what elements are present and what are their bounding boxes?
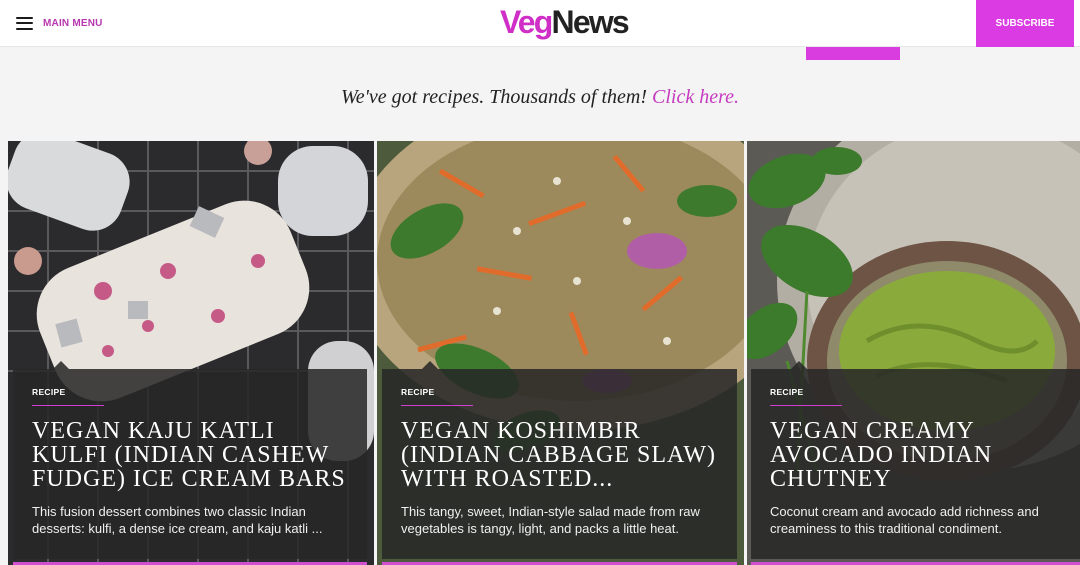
main-menu-button[interactable]: MAIN MENU — [16, 12, 103, 34]
main-menu-label: MAIN MENU — [43, 17, 103, 29]
promo-tab[interactable] — [806, 47, 900, 60]
badge-underline — [401, 405, 473, 406]
card-title[interactable]: VEGAN KAJU KATLI KULFI (INDIAN CASHEW FU… — [32, 419, 348, 491]
recipe-badge: RECIPE — [770, 387, 804, 397]
site-header: MAIN MENU VegNews SUBSCRIBE — [0, 0, 1080, 47]
card-description: This fusion dessert combines two classic… — [32, 504, 323, 536]
logo-news-text: News — [551, 4, 630, 40]
panel-pointer — [791, 361, 807, 369]
logo-veg-text: Veg — [500, 4, 553, 40]
card-info-panel: RECIPE VEGAN KOSHIMBIR (INDIAN CABBAGE S… — [382, 361, 737, 559]
subscribe-button[interactable]: SUBSCRIBE — [976, 0, 1074, 47]
recipes-tagline: We've got recipes. Thousands of them! Cl… — [0, 86, 1080, 109]
card-description: Coconut cream and avocado add richness a… — [770, 504, 1039, 536]
tagline-text: We've got recipes. Thousands of them! — [340, 86, 653, 108]
badge-underline — [770, 405, 842, 406]
recipe-badge: RECIPE — [401, 387, 435, 397]
recipe-card[interactable]: RECIPE VEGAN CREAMY AVOCADO INDIAN CHUTN… — [747, 141, 1080, 565]
card-title[interactable]: VEGAN CREAMY AVOCADO INDIAN CHUTNEY — [770, 419, 1061, 491]
recipe-badge: RECIPE — [32, 387, 66, 397]
recipe-card[interactable]: RECIPE VEGAN KAJU KATLI KULFI (INDIAN CA… — [8, 141, 374, 565]
card-info-panel: RECIPE VEGAN KAJU KATLI KULFI (INDIAN CA… — [13, 361, 367, 559]
card-title[interactable]: VEGAN KOSHIMBIR (INDIAN CABBAGE SLAW) WI… — [401, 419, 718, 491]
panel-pointer — [422, 361, 438, 369]
card-info-panel: RECIPE VEGAN CREAMY AVOCADO INDIAN CHUTN… — [751, 361, 1080, 559]
recipe-card[interactable]: RECIPE VEGAN KOSHIMBIR (INDIAN CABBAGE S… — [377, 141, 744, 565]
vegnews-logo[interactable]: VegNews — [500, 2, 630, 42]
click-here-link[interactable]: Click here. — [652, 86, 739, 108]
card-description: This tangy, sweet, Indian-style salad ma… — [401, 504, 700, 536]
hamburger-icon — [16, 16, 33, 30]
panel-pointer — [53, 361, 69, 369]
badge-underline — [32, 405, 104, 406]
